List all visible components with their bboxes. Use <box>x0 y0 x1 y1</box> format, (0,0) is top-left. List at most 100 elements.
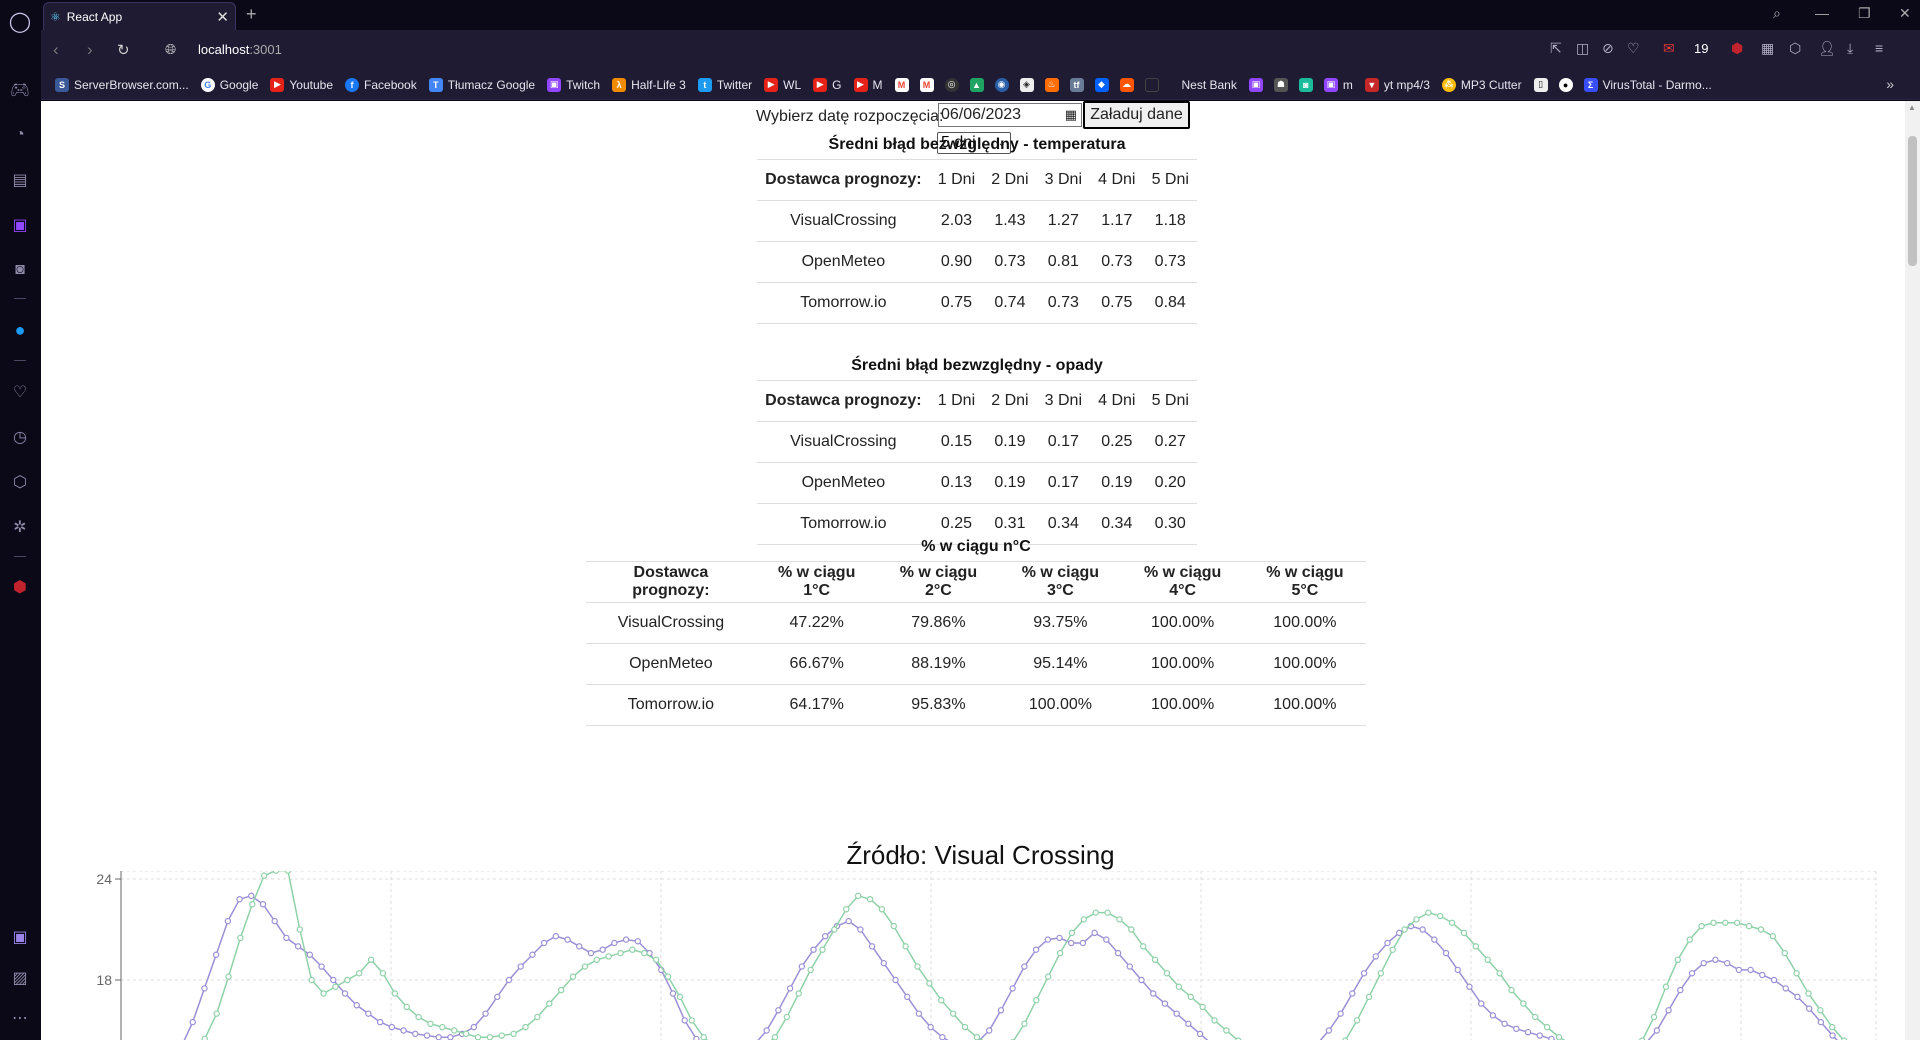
data-point[interactable] <box>1466 983 1473 990</box>
data-point[interactable] <box>1710 919 1717 926</box>
data-point[interactable] <box>986 1027 993 1034</box>
data-point[interactable] <box>1384 939 1391 947</box>
gx-control-icon[interactable]: ▣ <box>8 925 32 949</box>
data-point[interactable] <box>1389 946 1396 953</box>
data-point[interactable] <box>1794 993 1801 1001</box>
data-point[interactable] <box>1103 936 1110 943</box>
data-point[interactable] <box>1419 926 1426 933</box>
data-point[interactable] <box>306 951 314 958</box>
data-point[interactable] <box>1353 1017 1361 1024</box>
image-icon[interactable]: ▨ <box>8 966 32 990</box>
data-point[interactable] <box>224 917 232 925</box>
heart-icon[interactable]: ♡ <box>8 380 32 404</box>
data-point[interactable] <box>1674 956 1682 964</box>
data-point[interactable] <box>961 1023 969 1031</box>
data-point[interactable] <box>1532 1013 1539 1021</box>
data-point[interactable] <box>693 1035 700 1040</box>
data-point[interactable] <box>605 953 612 960</box>
data-point[interactable] <box>415 1013 422 1021</box>
data-point[interactable] <box>576 943 583 950</box>
data-point[interactable] <box>330 976 337 984</box>
data-point[interactable] <box>308 976 315 984</box>
box-icon[interactable]: ⬡ <box>1789 40 1801 57</box>
data-point[interactable] <box>1829 1032 1836 1039</box>
data-point[interactable] <box>189 1018 196 1026</box>
data-point[interactable] <box>831 926 838 933</box>
data-point[interactable] <box>1413 916 1420 923</box>
data-point[interactable] <box>1126 963 1133 970</box>
bookmark-fire[interactable]: ♨ <box>1044 77 1064 92</box>
data-point[interactable] <box>1489 1012 1497 1019</box>
data-point[interactable] <box>341 990 349 997</box>
data-point[interactable] <box>1068 929 1076 937</box>
data-point[interactable] <box>294 943 302 950</box>
more-icon[interactable]: ⋯ <box>8 1006 32 1030</box>
ublock-origin-icon[interactable]: ⬢ <box>1731 40 1743 57</box>
data-point[interactable] <box>1484 956 1491 964</box>
data-point[interactable] <box>771 1034 779 1040</box>
data-point[interactable] <box>1770 976 1778 984</box>
scroll-up-icon[interactable]: ▲ <box>1908 103 1916 112</box>
start-date-input[interactable]: 06/06/2023 ▦ <box>938 103 1082 127</box>
data-point[interactable] <box>904 993 911 1001</box>
cube-icon[interactable]: ⬡ <box>8 470 32 494</box>
data-point[interactable] <box>552 933 560 940</box>
data-point[interactable] <box>1662 983 1670 990</box>
ublock-icon[interactable]: ⬢ <box>8 575 32 599</box>
data-point[interactable] <box>926 980 933 987</box>
data-point[interactable] <box>890 922 897 930</box>
data-point[interactable] <box>546 1000 553 1007</box>
data-point[interactable] <box>1723 959 1731 967</box>
data-point[interactable] <box>353 1002 360 1009</box>
data-point[interactable] <box>1021 1020 1028 1027</box>
data-point[interactable] <box>1524 1028 1532 1036</box>
data-point[interactable] <box>1009 985 1016 992</box>
data-point[interactable] <box>843 906 850 913</box>
data-point[interactable] <box>1056 949 1064 957</box>
bookmark-g[interactable]: ▶ G <box>813 77 842 92</box>
data-point[interactable] <box>634 938 642 945</box>
data-point[interactable] <box>1140 943 1147 950</box>
menu-icon[interactable]: ≡ <box>1875 40 1883 56</box>
data-point[interactable] <box>1548 1035 1555 1040</box>
data-point[interactable] <box>332 983 339 990</box>
bookmark-gmail-1[interactable]: M <box>894 77 914 92</box>
bookmark-twitch-2[interactable]: ▣ <box>1248 77 1268 92</box>
data-point[interactable] <box>795 990 802 997</box>
bookmark-google[interactable]: G Google <box>200 77 258 92</box>
bookmark-twitter[interactable]: t Twitter <box>697 77 752 92</box>
vertical-scrollbar[interactable]: ▲ <box>1905 101 1920 1040</box>
qr-code-icon[interactable]: ▦ <box>1761 40 1774 57</box>
data-point[interactable] <box>1442 949 1450 957</box>
bookmark-overwatch[interactable]: ◎ <box>944 77 964 92</box>
heart-outline-icon[interactable]: ♡ <box>1627 40 1640 57</box>
data-point[interactable] <box>1092 909 1099 916</box>
data-point[interactable] <box>1091 929 1098 937</box>
reload-icon[interactable]: ↻ <box>117 41 130 59</box>
data-point[interactable] <box>1508 986 1515 994</box>
gamepad-icon[interactable]: 🎮︎ <box>8 78 32 102</box>
data-point[interactable] <box>1128 926 1135 933</box>
data-point[interactable] <box>593 956 600 964</box>
data-point[interactable] <box>225 973 232 980</box>
data-point[interactable] <box>412 1030 419 1038</box>
data-point[interactable] <box>1151 956 1159 964</box>
data-point[interactable] <box>283 934 290 942</box>
data-point[interactable] <box>1793 970 1800 977</box>
bookmark-mp3-cutter[interactable]: ⁂ MP3 Cutter <box>1441 77 1522 92</box>
data-point[interactable] <box>1536 1032 1543 1039</box>
data-point[interactable] <box>1185 1020 1192 1027</box>
data-point[interactable] <box>902 943 909 950</box>
data-point[interactable] <box>522 1023 529 1031</box>
data-point[interactable] <box>272 871 280 874</box>
data-point[interactable] <box>652 956 660 964</box>
data-point[interactable] <box>1769 933 1777 940</box>
data-point[interactable] <box>249 901 256 908</box>
data-point[interactable] <box>857 926 864 933</box>
data-point[interactable] <box>949 1010 957 1017</box>
data-point[interactable] <box>1734 919 1741 926</box>
data-point[interactable] <box>1555 1034 1563 1040</box>
data-point[interactable] <box>927 1023 934 1031</box>
bookmark-github[interactable]: ● <box>1558 77 1578 92</box>
data-point[interactable] <box>391 990 399 997</box>
